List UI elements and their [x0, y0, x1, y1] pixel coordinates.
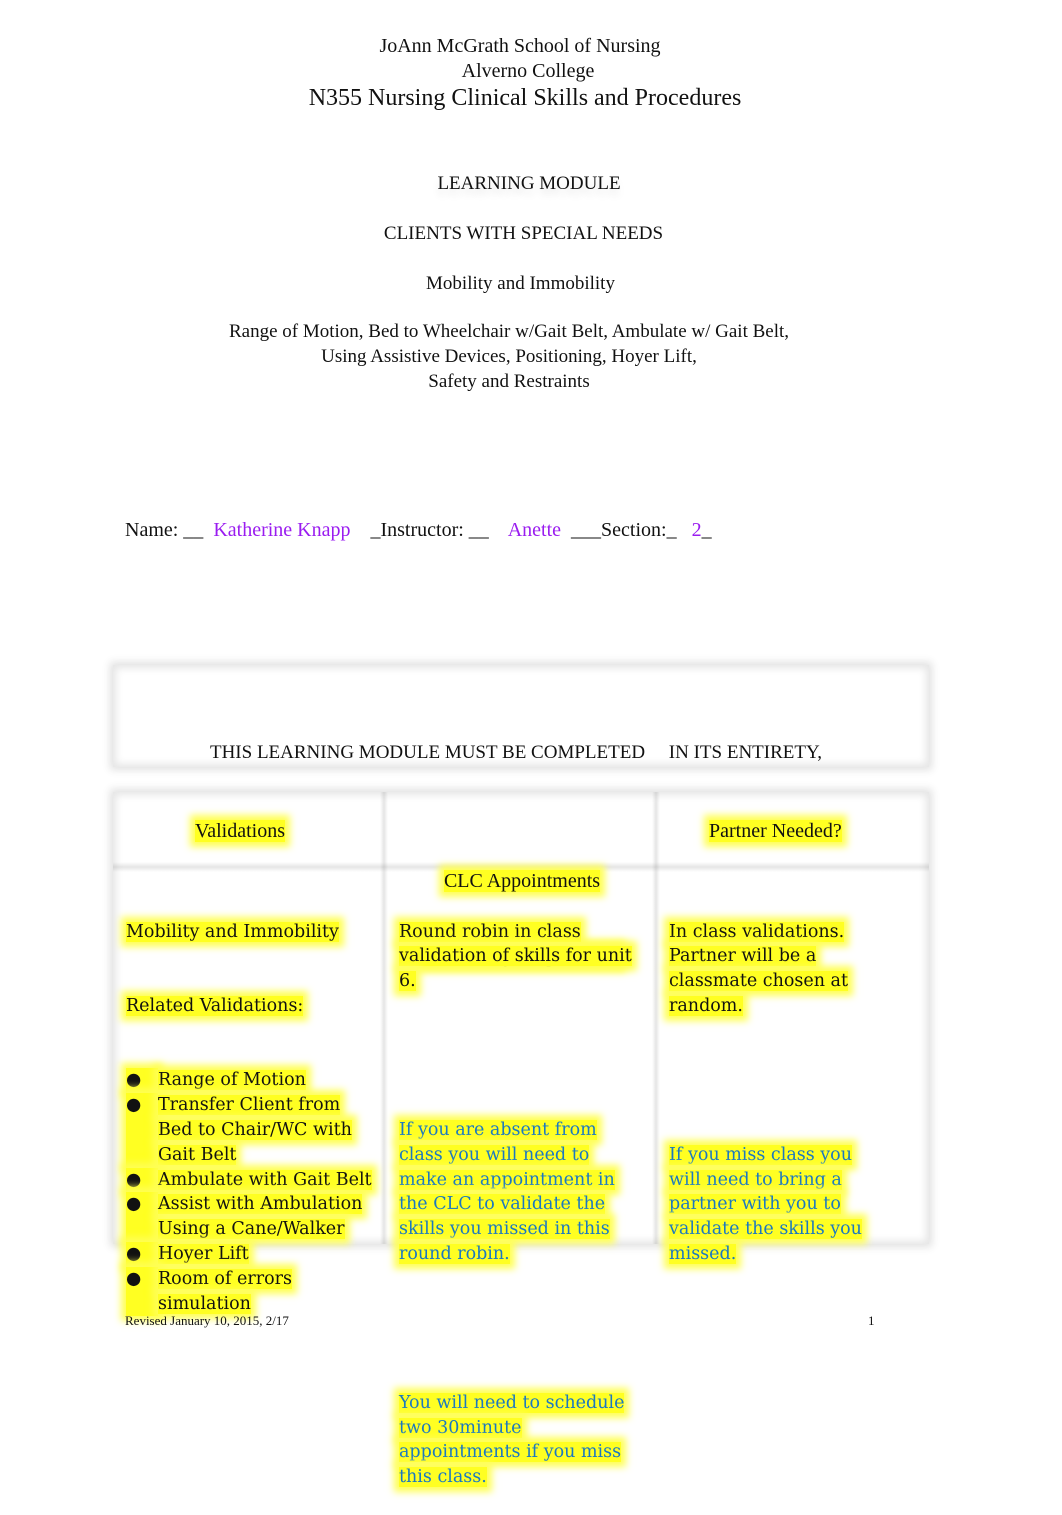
validation-item-text: Using a Cane/Walker: [158, 1219, 345, 1240]
validation-item-text: simulation: [158, 1293, 251, 1314]
notice-line: THIS LEARNING MODULE MUST BE COMPLETED I…: [209, 742, 823, 763]
partner-line: missed.: [669, 1243, 737, 1264]
header-validations-text: Validations: [195, 820, 285, 842]
partner-cell: In class validations. Partner will be a cl…: [669, 870, 862, 1292]
skills-line: Range of Motion, Bed to Wheelchair w/Gai…: [228, 321, 790, 342]
clc-line: this class.: [399, 1467, 487, 1488]
module-label: LEARNING MODULE: [0, 171, 1058, 196]
clc-main-text: Round robin in class validation of skills…: [399, 920, 632, 994]
header-partner-text: Partner Needed?: [709, 820, 842, 842]
clc-absent-text: If you are absent from class you will nee…: [399, 1118, 632, 1267]
validations-cell: Mobility and Immobility Related Validati…: [126, 870, 372, 1341]
clc-schedule-text: You will need to schedule two 30minute app…: [399, 1391, 632, 1490]
bullet-icon: ●: [126, 1093, 158, 1168]
course-title: N355 Nursing Clinical Skills and Procedu…: [308, 85, 742, 111]
instructor-label: _Instructor: __: [350, 519, 508, 541]
clc-line: Round robin in class: [399, 921, 581, 942]
partner-line: random.: [669, 995, 743, 1016]
validation-item: ● Assist with Ambulation Using a Cane/Walk…: [126, 1192, 372, 1242]
bullet-icon: ●: [126, 1266, 158, 1317]
validations-list: ● Range of Motion ● Transfer Client from Bed…: [126, 1068, 372, 1317]
section-trail: _: [701, 519, 712, 541]
partner-line: If you miss class you: [669, 1144, 852, 1165]
clc-line: skills you missed in this: [399, 1219, 610, 1240]
name-field[interactable]: Katherine Knapp: [213, 519, 350, 541]
name-label: Name: __: [125, 519, 214, 541]
validation-item-text: Ambulate with Gait Belt: [158, 1169, 372, 1190]
partner-line: Partner will be a: [669, 946, 817, 967]
validation-item: ● Ambulate with Gait Belt: [126, 1167, 372, 1193]
validation-item-text: Range of Motion: [158, 1070, 306, 1091]
section-field[interactable]: 2: [692, 519, 702, 541]
student-info-line: Name: __ Katherine Knapp _Instructor: __…: [125, 518, 712, 543]
validation-item: ● Hoyer Lift: [126, 1241, 372, 1267]
bullet-icon: ●: [126, 1241, 158, 1267]
validations-intro: Mobility and Immobility: [126, 921, 339, 942]
clc-line: If you are absent from: [399, 1119, 597, 1140]
module-label-text: LEARNING MODULE: [437, 173, 621, 194]
module-topic: Mobility and Immobility: [426, 273, 615, 294]
partner-main-text: In class validations. Partner will be a cl…: [669, 920, 862, 1019]
validations-intro: Related Validations:: [126, 995, 304, 1016]
column-divider: [380, 792, 388, 1244]
module-skills: Range of Motion, Bed to Wheelchair w/Gai…: [0, 319, 1018, 394]
validation-item: ● Range of Motion: [126, 1068, 372, 1094]
partner-line: partner with you to: [669, 1194, 841, 1215]
validation-item: ● Transfer Client from Bed to Chair/WC wit…: [126, 1093, 372, 1168]
partner-line: classmate chosen at: [669, 971, 849, 992]
validation-item-text: Assist with Ambulation: [158, 1194, 363, 1215]
clc-line: 6.: [399, 971, 416, 992]
validation-item: ● Room of errors simulation: [126, 1266, 372, 1317]
clc-line: make an appointment in: [399, 1169, 615, 1190]
validation-item-text: Gait Belt: [158, 1144, 237, 1165]
validation-item-text: Transfer Client from: [158, 1095, 341, 1116]
module-category: CLIENTS WITH SPECIAL NEEDS: [383, 223, 664, 244]
instructor-field[interactable]: Anette: [508, 519, 561, 541]
partner-line: validate the skills you: [669, 1219, 862, 1240]
column-divider: [652, 792, 660, 1244]
clc-line: two 30minute: [399, 1417, 522, 1438]
clc-line: You will need to schedule: [399, 1392, 625, 1413]
header-validations: Validations: [195, 819, 285, 844]
clc-line: validation of skills for unit: [399, 946, 632, 967]
validation-item-text: Bed to Chair/WC with: [158, 1119, 352, 1140]
page-number: 1: [868, 1313, 875, 1328]
bullet-icon: ●: [126, 1068, 158, 1094]
college-name: Alverno College: [461, 60, 595, 82]
validation-item-text: Hoyer Lift: [158, 1243, 249, 1264]
revision-note: Revised January 10, 2015, 2/17: [125, 1313, 289, 1328]
school-name: JoAnn McGrath School of Nursing: [379, 35, 661, 57]
clc-line: the CLC to validate the: [399, 1194, 606, 1215]
validation-item-text: Room of errors: [158, 1268, 292, 1289]
clc-line: appointments if you miss: [399, 1442, 622, 1463]
partner-miss-text: If you miss class you will need to bring …: [669, 1143, 862, 1267]
partner-line: will need to bring a: [669, 1169, 842, 1190]
bullet-icon: ●: [126, 1192, 158, 1242]
bullet-icon: ●: [126, 1167, 158, 1193]
skills-line: Safety and Restraints: [428, 371, 590, 392]
clc-line: round robin.: [399, 1243, 510, 1264]
clc-line: class you will need to: [399, 1144, 590, 1165]
section-label: ___Section:_: [561, 519, 692, 541]
clc-cell: Round robin in class validation of skills…: [399, 870, 632, 1515]
skills-line: Using Assistive Devices, Positioning, Ho…: [321, 346, 697, 367]
header-partner: Partner Needed?: [709, 819, 842, 844]
partner-line: In class validations.: [669, 921, 845, 942]
